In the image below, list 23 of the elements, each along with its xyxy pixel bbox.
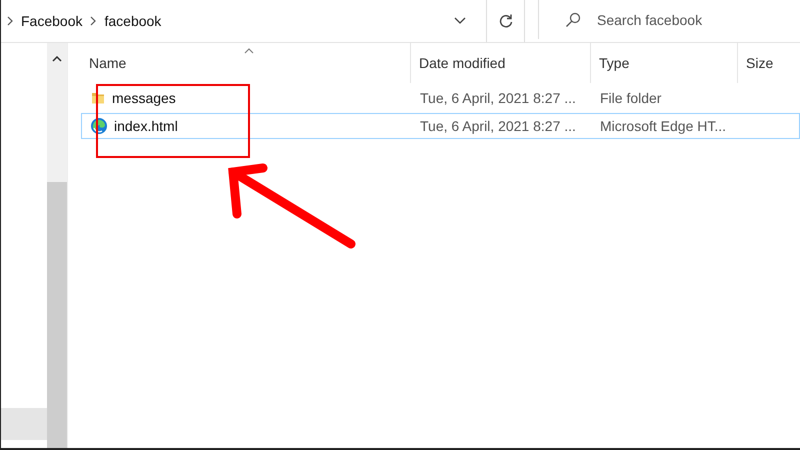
scrollbar[interactable] [47,43,68,448]
scroll-up-icon[interactable] [52,56,62,62]
file-name: messages [112,90,176,106]
date-cell-text: Tue, 6 April, 2021 8:27 ... [419,90,577,106]
breadcrumb[interactable]: facebook [104,13,162,29]
chevron-icon [90,16,96,26]
file-row[interactable]: index.html Tue, 6 April, 2021 8:27 ... Microsoft Edge HT... [81,113,800,139]
column-header[interactable]: Size [738,43,798,83]
breadcrumb[interactable]: Facebook [21,13,82,29]
date-cell-text: Tue, 6 April, 2021 8:27 ... [419,118,577,134]
refresh-icon [498,13,514,29]
search-icon [565,12,581,28]
column-header[interactable]: Date modified [411,43,591,83]
file-row[interactable]: messages Tue, 6 April, 2021 8:27 ... File folder [81,85,800,111]
browser-icon [90,117,108,135]
chevron-icon [7,16,13,26]
dropdown-icon[interactable] [454,17,466,25]
column-header[interactable]: Type [591,43,738,83]
sort-icon[interactable] [244,48,254,54]
file-name: index.html [114,118,178,134]
type-cell-text: File folder [599,90,662,106]
column-header[interactable]: Name [81,43,411,83]
type-cell-text: Microsoft Edge HT... [599,118,728,134]
